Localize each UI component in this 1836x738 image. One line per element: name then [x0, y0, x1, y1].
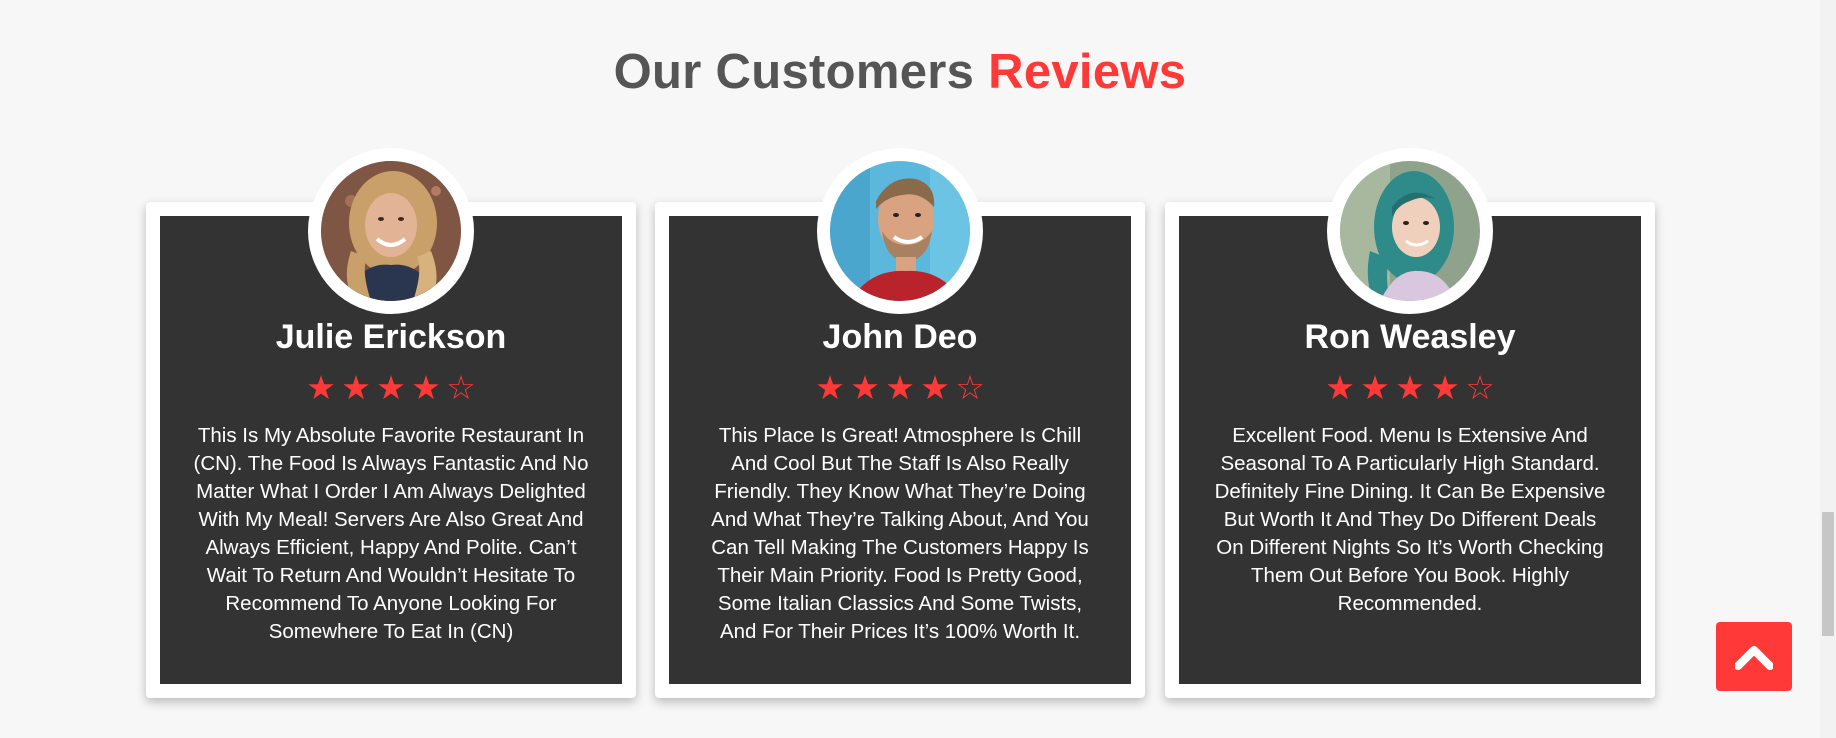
- avatar: [1340, 161, 1480, 301]
- star-rating: ★ ★ ★ ★ ☆: [1179, 368, 1641, 408]
- chevron-up-icon: [1735, 646, 1773, 670]
- star-rating: ★ ★ ★ ★ ☆: [669, 368, 1131, 408]
- star-filled-icon: ★: [1395, 369, 1425, 406]
- avatar-frame: [817, 148, 983, 314]
- reviewer-name: Julie Erickson: [275, 318, 507, 356]
- star-filled-icon: ★: [341, 369, 371, 406]
- section-title-accent: Reviews: [988, 45, 1187, 99]
- star-rating: ★ ★ ★ ★ ☆: [160, 368, 622, 408]
- avatar-frame: [1327, 148, 1493, 314]
- star-filled-icon: ★: [376, 369, 406, 406]
- reviewer-name: John Deo: [822, 318, 978, 356]
- star-outline-icon: ☆: [955, 369, 985, 406]
- review-card-body: John Deo ★ ★ ★ ★ ☆ This Place Is Great! Atmo…: [669, 148, 1131, 684]
- review-text: This Place Is Great! Atmosphere Is Chill…: [711, 424, 1089, 643]
- star-filled-icon: ★: [850, 369, 880, 406]
- star-filled-icon: ★: [1430, 369, 1460, 406]
- star-filled-icon: ★: [815, 369, 845, 406]
- star-filled-icon: ★: [411, 369, 441, 406]
- star-filled-icon: ★: [885, 369, 915, 406]
- star-outline-icon: ☆: [446, 369, 476, 406]
- avatar: [321, 161, 461, 301]
- avatar: [830, 161, 970, 301]
- reviewer-name: Ron Weasley: [1304, 318, 1516, 356]
- star-filled-icon: ★: [1360, 369, 1390, 406]
- review-card-body: Julie Erickson ★ ★ ★ ★ ☆ This Is My Absolute…: [160, 148, 622, 684]
- review-card: Ron Weasley ★ ★ ★ ★ ☆ Excellent Food. Menu I…: [1165, 148, 1655, 698]
- review-text: This Is My Absolute Favorite Restaurant …: [193, 424, 589, 643]
- scrollbar[interactable]: [1820, 0, 1836, 738]
- review-card-body: Ron Weasley ★ ★ ★ ★ ☆ Excellent Food. Menu I…: [1179, 148, 1641, 684]
- section-title-main: Our Customers: [613, 45, 975, 99]
- star-filled-icon: ★: [306, 369, 336, 406]
- star-outline-icon: ☆: [1465, 369, 1495, 406]
- scrollbar-thumb[interactable]: [1822, 512, 1834, 636]
- scroll-to-top-button[interactable]: [1716, 622, 1792, 691]
- star-filled-icon: ★: [1325, 369, 1355, 406]
- review-text: Excellent Food. Menu Is Extensive And Se…: [1214, 424, 1606, 615]
- star-filled-icon: ★: [920, 369, 950, 406]
- review-card: Julie Erickson ★ ★ ★ ★ ☆ This Is My Absolute…: [146, 148, 636, 698]
- section-title: Our Customers Reviews: [0, 44, 1800, 100]
- review-card: John Deo ★ ★ ★ ★ ☆ This Place Is Great! Atmo…: [655, 148, 1145, 698]
- avatar-frame: [308, 148, 474, 314]
